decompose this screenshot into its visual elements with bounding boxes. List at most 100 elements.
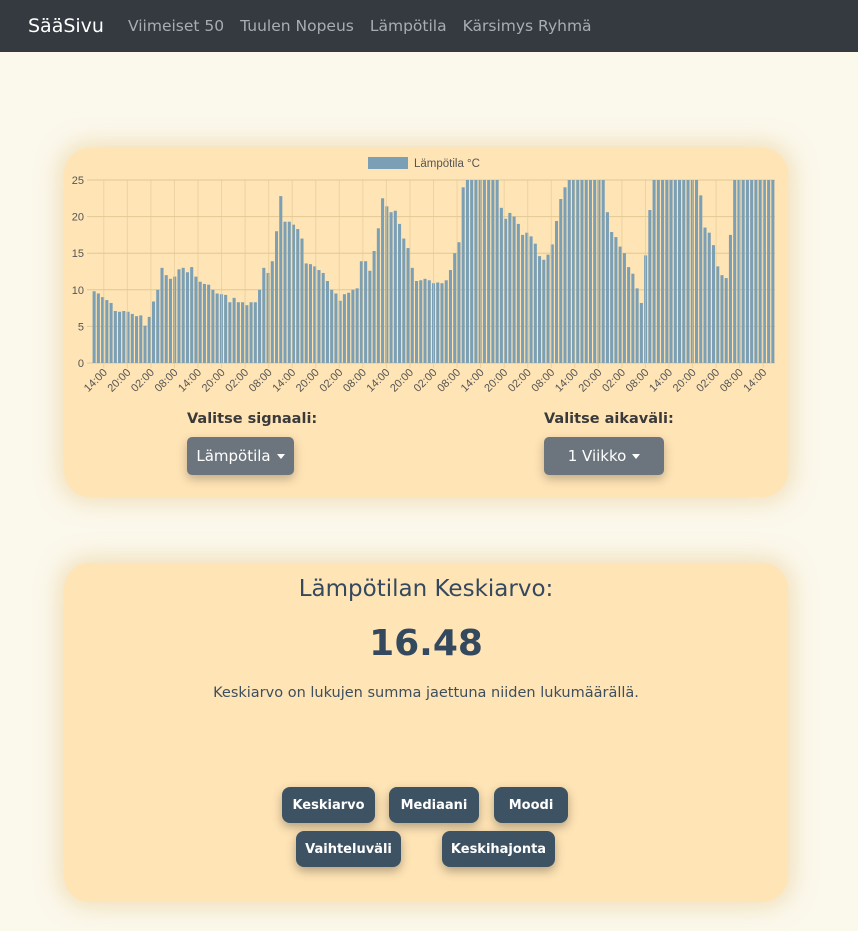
nav-link-temperature[interactable]: Lämpötila	[370, 17, 447, 35]
temperature-bar	[554, 220, 559, 363]
y-tick-label: 25	[72, 175, 84, 187]
temperature-bar	[287, 221, 291, 363]
temperature-bar	[147, 316, 151, 363]
x-tick-label: 20:00	[105, 367, 133, 395]
chevron-down-icon	[632, 453, 641, 459]
x-tick-label: 14:00	[459, 367, 487, 395]
temperature-bar	[605, 212, 609, 363]
temperature-bar	[512, 216, 516, 363]
temperature-bar	[610, 231, 614, 363]
x-tick-label: 08:00	[624, 367, 652, 395]
temperature-bar	[202, 283, 206, 363]
statistic-title: Lämpötilan Keskiarvo:	[298, 576, 554, 602]
legend-label[interactable]: Lämpötila °C	[414, 158, 480, 170]
temperature-bar	[207, 284, 211, 363]
mean-button[interactable]: Keskiarvo	[282, 787, 375, 823]
temperature-bar	[758, 180, 762, 363]
temperature-bar	[241, 302, 245, 363]
temperature-bar	[109, 302, 113, 363]
chart-card: 0 5 10 15 20 25 14:00 20:00 02:00 08:00 14:00 20:00…	[64, 148, 788, 497]
temperature-bar	[487, 180, 491, 363]
range-button[interactable]: Vaihteluväli	[296, 831, 401, 867]
temperature-bar	[631, 273, 635, 363]
temperature-bar	[529, 236, 533, 363]
temperature-bar	[321, 272, 325, 363]
temperature-bar	[652, 180, 656, 363]
temperature-bar	[678, 180, 682, 363]
x-tick-label: 20:00	[388, 367, 416, 395]
temperature-bar	[601, 180, 605, 363]
temperature-bar	[576, 180, 580, 363]
temperature-bar	[151, 301, 156, 363]
x-tick-label: 14:00	[741, 367, 769, 395]
temperature-bar	[694, 180, 699, 363]
temperature-bar	[419, 280, 423, 363]
temperature-bar	[215, 293, 219, 363]
temperature-bar	[372, 251, 376, 363]
x-tick-label: 20:00	[294, 367, 322, 395]
mode-button[interactable]: Moodi	[494, 787, 568, 823]
nav-link-latest-50[interactable]: Viimeiset 50	[128, 17, 224, 35]
x-tick-label: 02:00	[223, 367, 251, 395]
temperature-bar	[198, 281, 202, 363]
nav-link-wind-speed[interactable]: Tuulen Nopeus	[240, 17, 354, 35]
temperature-bar	[682, 180, 686, 363]
temperature-bar	[686, 180, 690, 363]
temperature-bar	[118, 311, 122, 363]
temperature-bar	[440, 283, 444, 363]
temperature-bar	[296, 229, 300, 363]
x-tick-label: 14:00	[176, 367, 204, 395]
temperature-bar	[402, 238, 406, 363]
brand-logo[interactable]: SääSivu	[28, 15, 104, 37]
temperature-bar	[258, 289, 262, 363]
temperature-bar	[393, 210, 397, 363]
temperature-bar	[308, 264, 313, 363]
temperature-bar	[283, 221, 287, 363]
temperature-bar	[444, 280, 448, 363]
temperature-bar	[164, 275, 168, 363]
y-tick-label: 10	[72, 285, 84, 297]
temperature-bar	[347, 292, 351, 363]
temperature-bar	[122, 311, 126, 363]
temperature-bar	[559, 199, 563, 363]
temperature-bar	[720, 275, 724, 363]
temperature-bar	[521, 234, 525, 363]
temperature-bar	[427, 280, 431, 363]
signal-dropdown[interactable]: Lämpötila	[187, 437, 294, 475]
legend-swatch[interactable]	[368, 157, 408, 169]
std-dev-button[interactable]: Keskihajonta	[442, 831, 555, 867]
temperature-bar	[457, 242, 461, 363]
temperature-bar	[279, 196, 283, 363]
x-tick-label: 02:00	[694, 367, 722, 395]
x-tick-label: 14:00	[82, 367, 110, 395]
median-button[interactable]: Mediaani	[389, 787, 479, 823]
temperature-bar	[211, 289, 215, 363]
temperature-bar	[745, 180, 749, 363]
statistic-value: 16.48	[369, 623, 483, 664]
temperature-bar	[105, 300, 109, 363]
temperature-bar	[767, 180, 771, 363]
x-tick-label: 08:00	[153, 367, 181, 395]
temperature-bar	[262, 267, 266, 363]
interval-dropdown[interactable]: 1 Viikko	[544, 437, 664, 475]
signal-dropdown-value: Lämpötila	[196, 447, 271, 465]
temperature-bar	[538, 256, 542, 363]
temperature-bar	[376, 228, 380, 363]
temperature-bar	[253, 302, 257, 363]
temperature-bar	[618, 246, 622, 363]
temperature-bar	[300, 238, 304, 363]
temperature-bar	[622, 253, 626, 363]
temperature-bar	[177, 269, 181, 363]
temperature-bar	[139, 315, 143, 363]
temperature-bar	[453, 253, 457, 363]
x-tick-label: 02:00	[317, 367, 345, 395]
temperature-bar	[482, 180, 486, 363]
temperature-bar	[563, 187, 567, 363]
temperature-bar	[533, 243, 537, 363]
temperature-bar	[703, 227, 707, 363]
x-tick-label: 08:00	[247, 367, 275, 395]
temperature-bar	[639, 302, 643, 363]
nav-link-suffering-group[interactable]: Kärsimys Ryhmä	[463, 17, 592, 35]
x-tick-label: 02:00	[600, 367, 628, 395]
temperature-bar	[342, 294, 346, 363]
